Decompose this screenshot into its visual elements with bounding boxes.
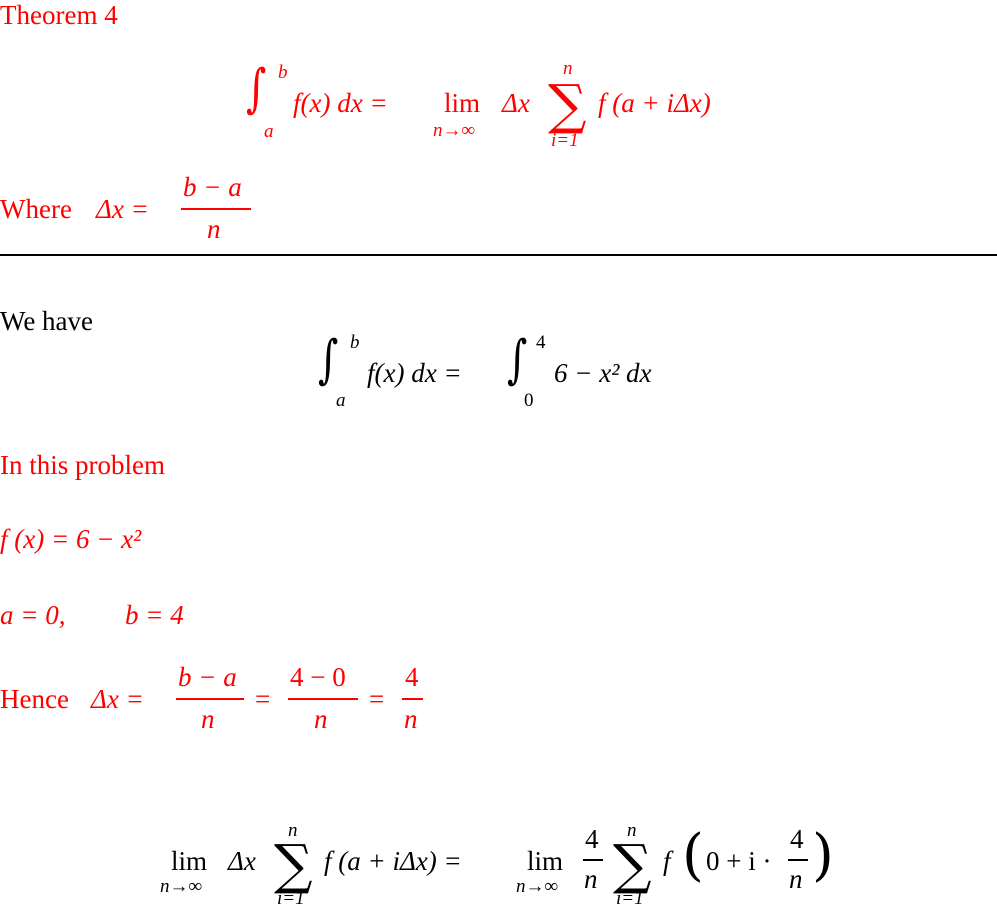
lim-under: n→∞ [516,876,559,897]
sum-lower: i=1 [616,888,644,909]
frac1-den: n [201,704,215,734]
left-paren: ( [682,823,704,888]
where-label: Where [0,194,72,224]
frac1-num: b − a [178,662,237,692]
we-have-label: We have [0,306,94,336]
inner-den: n [789,864,803,894]
hence-label: Hence [0,684,69,714]
integral-sign: ∫ [318,330,339,390]
fraction-bar [402,698,423,700]
delta-x: Δx [502,88,530,118]
sum-sign: ∑ [274,833,313,896]
delta-x: Δx [228,846,256,876]
frac2-num: 4 − 0 [290,662,346,692]
lhs-lower: a [336,390,346,411]
in-this-problem-label: In this problem [0,450,165,480]
integral-sign: ∫ [246,59,267,119]
integral-lower: a [264,121,274,142]
sum-lower: i=1 [551,130,579,151]
fraction-bar [788,859,808,861]
hence-lhs: Δx = [91,684,144,714]
lim-under: n→∞ [433,120,476,141]
equals: = [255,684,271,714]
equals: = [369,684,385,714]
b-definition: b = 4 [125,600,184,630]
fraction-bar [583,859,603,861]
where-num: b − a [183,172,242,202]
integrand: f(x) dx = [293,88,388,118]
sum-sign: ∑ [613,833,652,896]
lhs-integrand: f(x) dx = [367,358,462,388]
theorem-title: Theorem 4 [0,0,118,30]
f-label: f [663,846,671,876]
rhs-upper: 4 [536,332,546,353]
integral-upper: b [278,62,288,83]
where-den: n [207,214,221,244]
lim-word: lim [444,88,481,118]
coef-num: 4 [585,824,599,854]
fraction-bar [181,208,251,210]
sum-lower: i=1 [277,888,305,909]
integral-sign: ∫ [507,330,528,390]
where-lhs: Δx = [96,194,149,224]
summand: f (a + iΔx) [598,88,711,118]
rhs-integrand: 6 − x² dx [554,358,652,388]
frac3-num: 4 [405,662,419,692]
fraction-bar [288,698,358,700]
fraction-bar [176,698,244,700]
right-paren: ) [812,823,834,888]
lim-word: lim [527,846,564,876]
rhs-lower: 0 [524,390,534,411]
inner-num: 4 [790,824,804,854]
inner-expr: 0 + i · [706,846,772,876]
a-definition: a = 0, [0,600,66,630]
coef-den: n [584,864,598,894]
function-definition: f (x) = 6 − x² [0,524,142,554]
divider [0,254,997,256]
frac2-den: n [314,704,328,734]
lim-word: lim [171,846,208,876]
summand: f (a + iΔx) = [324,846,462,876]
sum-sign: ∑ [548,73,587,136]
lhs-upper: b [350,332,360,353]
lim-under: n→∞ [160,876,203,897]
frac3-den: n [404,704,418,734]
